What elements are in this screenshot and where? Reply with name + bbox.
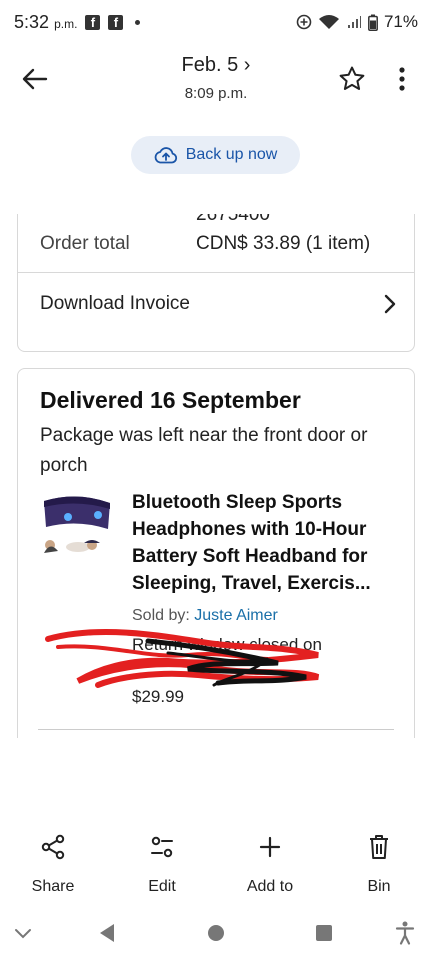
delivery-subtitle: Package was left near the front door or …	[40, 425, 368, 476]
product-title: Bluetooth Sleep Sports Headphones with 1…	[132, 492, 371, 594]
more-notifications-dot-icon	[135, 19, 141, 25]
bin-label: Bin	[367, 878, 391, 895]
bin-button[interactable]: Bin	[339, 830, 419, 896]
nav-back-button[interactable]	[94, 920, 120, 946]
redaction-scribble	[45, 629, 320, 688]
facebook-notification-icon-2: f	[108, 14, 124, 30]
headphones-product-image	[44, 496, 110, 553]
sold-by-label: Sold by:	[132, 607, 190, 624]
order-summary-card: 2675400 Order total CDN$ 33.89 (1 item) …	[17, 214, 415, 352]
status-time-suffix: p.m.	[54, 16, 78, 31]
sold-by-line: Sold by: Juste Aimer	[132, 607, 278, 625]
battery-percent: 71%	[383, 12, 418, 31]
accessibility-icon	[395, 921, 415, 945]
chevron-right-icon	[384, 294, 396, 314]
app-header: Feb. 5 › 8:09 p.m.	[0, 44, 432, 120]
status-time-value: 5:32	[14, 11, 50, 32]
more-options-icon[interactable]	[390, 64, 414, 94]
order-number-fragment: 2675400	[196, 214, 270, 225]
screenshot-photo[interactable]: 2675400 Order total CDN$ 33.89 (1 item) …	[0, 214, 432, 738]
card-divider	[18, 272, 414, 273]
plus-icon	[259, 836, 281, 858]
system-navigation-bar	[0, 906, 432, 960]
triangle-back-icon	[100, 924, 114, 942]
edit-sliders-icon	[151, 836, 173, 858]
add-to-label: Add to	[246, 878, 294, 895]
status-time: 5:32 p.m.	[14, 12, 77, 33]
share-button[interactable]: Share	[13, 830, 93, 896]
nav-home-button[interactable]	[203, 920, 229, 946]
edit-button[interactable]: Edit	[122, 830, 202, 896]
status-indicators: 71%	[296, 12, 418, 32]
order-total-value: CDN$ 33.89 (1 item)	[196, 233, 371, 254]
seller-name: Juste Aimer	[194, 607, 278, 624]
download-invoice-label: Download Invoice	[40, 293, 190, 314]
facebook-notification-icon: f	[85, 14, 101, 30]
delivery-card: Delivered 16 September Package was left …	[17, 368, 415, 738]
signal-icon	[347, 16, 361, 28]
chevron-down-icon	[15, 929, 31, 939]
product-price: $29.99	[132, 687, 184, 706]
photo-date[interactable]: Feb. 5 ›	[0, 54, 432, 77]
nav-recents-button[interactable]	[311, 920, 337, 946]
wifi-icon	[318, 15, 339, 29]
nav-accessibility-button[interactable]	[392, 920, 418, 946]
add-to-button[interactable]: Add to	[230, 830, 310, 896]
circle-home-icon	[208, 925, 224, 941]
photo-time: 8:09 p.m.	[184, 85, 248, 102]
edit-label: Edit	[148, 878, 176, 895]
battery-icon	[368, 14, 378, 31]
card-inner-divider	[38, 729, 394, 730]
share-label: Share	[31, 878, 75, 895]
nav-collapse-button[interactable]	[10, 920, 36, 946]
square-recents-icon	[316, 925, 332, 941]
photo-action-bar: Share Edit Add to Bin	[0, 738, 432, 906]
share-icon	[41, 834, 65, 860]
back-up-now-button[interactable]: Back up now	[131, 136, 300, 174]
delivery-title: Delivered 16 September	[40, 387, 301, 413]
data-saver-icon	[296, 14, 312, 30]
photo-date-title[interactable]: Feb. 5 › 8:09 p.m.	[0, 54, 432, 102]
order-total-label: Order total	[40, 233, 130, 254]
back-up-now-label: Back up now	[185, 146, 278, 163]
trash-icon	[370, 835, 388, 859]
cloud-upload-icon	[154, 147, 177, 164]
status-bar: 5:32 p.m. f f 71%	[0, 0, 432, 44]
favorite-star-icon[interactable]	[337, 64, 367, 94]
